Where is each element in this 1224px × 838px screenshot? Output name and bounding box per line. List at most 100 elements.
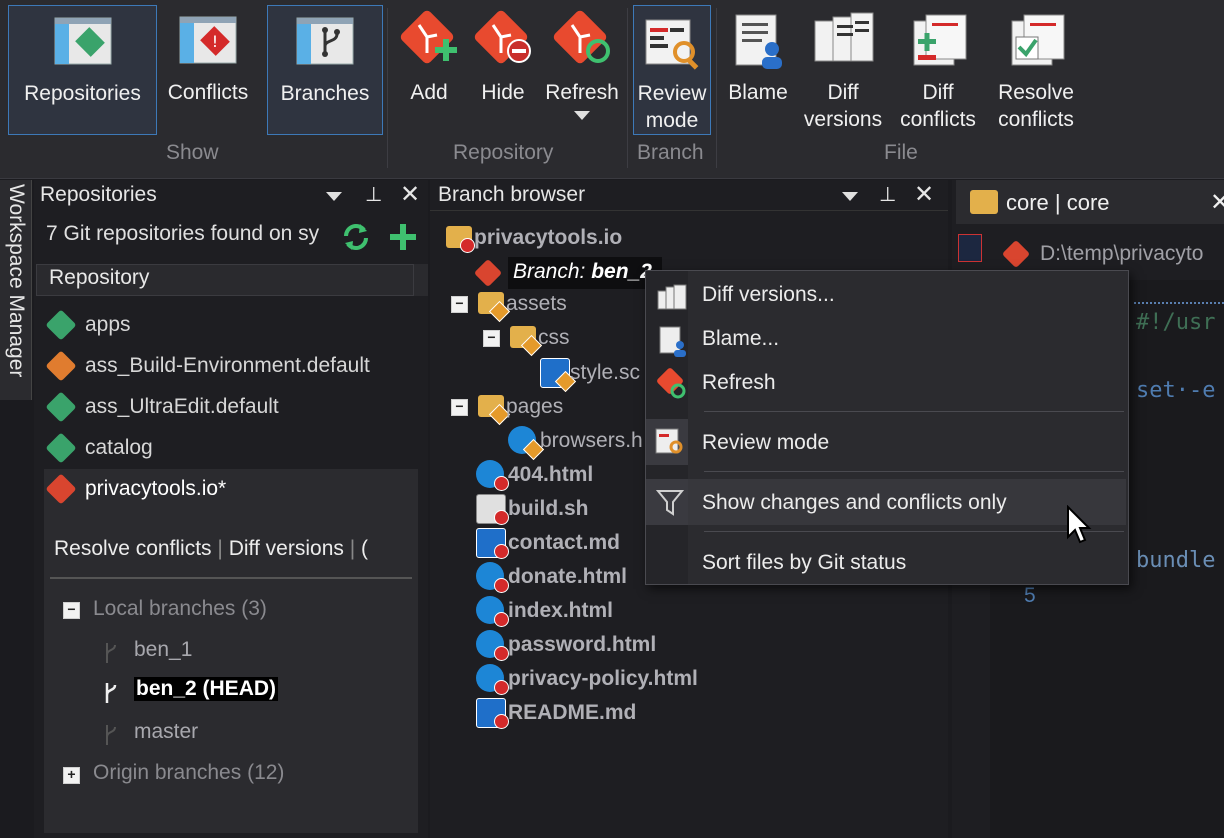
- editor-tab[interactable]: core | core ✕: [956, 180, 1224, 224]
- link-separator: |: [349, 537, 356, 560]
- branch-browser-title: Branch browser: [438, 183, 586, 206]
- local-branches-label: Local branches (3): [93, 597, 267, 620]
- git-repo-icon: [45, 309, 77, 341]
- ribbon-group-separator: [387, 8, 388, 168]
- collapse-local-branches-icon[interactable]: −: [63, 602, 80, 619]
- refresh-button-label: Refresh: [545, 81, 619, 104]
- branch-item-head[interactable]: ben_2 (HEAD): [134, 677, 279, 701]
- menu-item-review-mode[interactable]: Review mode: [702, 431, 829, 455]
- menu-item-diff-versions[interactable]: Diff versions...: [702, 283, 835, 307]
- pin-icon[interactable]: ⊥: [879, 182, 896, 207]
- branch-icon: [106, 643, 116, 663]
- git-branch-icon: [473, 258, 503, 288]
- branch-head-icon: [105, 683, 117, 703]
- git-refresh-icon: [657, 368, 686, 399]
- branch-item[interactable]: ben_1: [134, 638, 192, 662]
- detail-links: Resolve conflicts | Diff versions | (: [54, 537, 410, 561]
- branch-label: Branch: ben_2: [513, 260, 652, 283]
- diff-versions-icon: [814, 12, 874, 62]
- folder-label: assets: [506, 292, 567, 315]
- git-repo-icon: [45, 391, 77, 423]
- close-icon[interactable]: ✕: [1210, 188, 1224, 217]
- conflict-badge-icon: [494, 646, 509, 661]
- file-label: password.html: [508, 633, 657, 656]
- repository-item[interactable]: ass_UltraEdit.default: [44, 387, 414, 427]
- header-filler: [414, 264, 428, 296]
- repository-name: ass_Build-Environment.default: [85, 354, 370, 377]
- review-mode-button[interactable]: Review mode: [633, 5, 711, 135]
- repositories-button[interactable]: Repositories: [8, 5, 157, 135]
- code-line: set·-e: [1136, 378, 1216, 403]
- conflicts-button[interactable]: ! Conflicts: [160, 5, 256, 133]
- branches-button[interactable]: Branches: [267, 5, 383, 135]
- diff-conflicts-icon: [913, 14, 967, 66]
- repository-column-header[interactable]: Repository: [36, 264, 414, 296]
- branch-icon: [106, 725, 116, 745]
- ruler-line: [1134, 284, 1224, 304]
- origin-branches-label: Origin branches (12): [93, 761, 285, 784]
- collapse-icon[interactable]: −: [451, 296, 468, 313]
- repositories-icon: [54, 17, 111, 65]
- file-label: build.sh: [508, 497, 589, 520]
- diff-versions-icon: [657, 284, 687, 310]
- diff-versions-button[interactable]: Diff versions: [800, 5, 886, 133]
- more-link[interactable]: (: [361, 537, 368, 560]
- file-label: contact.md: [508, 531, 621, 554]
- review-mode-icon: [655, 428, 683, 454]
- repository-item[interactable]: catalog: [44, 428, 414, 468]
- add-icon[interactable]: [390, 224, 416, 250]
- refresh-repository-button[interactable]: Refresh: [542, 5, 622, 133]
- repository-item[interactable]: ass_Build-Environment.default: [44, 346, 414, 386]
- repositories-panel-title: Repositories: [40, 183, 157, 206]
- repository-name: privacytools.io*: [85, 477, 227, 500]
- menu-item-refresh[interactable]: Refresh: [702, 371, 776, 395]
- resolve-conflicts-label: Resolve conflicts: [998, 81, 1074, 131]
- file-label: privacy-policy.html: [508, 667, 698, 690]
- git-refresh-icon: [553, 10, 610, 64]
- resolve-conflicts-icon: [1011, 14, 1065, 66]
- workspace-manager-tab[interactable]: Workspace Manager: [0, 180, 32, 400]
- file-label: browsers.h: [540, 429, 643, 452]
- diff-conflicts-button[interactable]: Diff conflicts: [894, 5, 982, 133]
- panel-menu-chevron-icon[interactable]: [842, 192, 858, 201]
- review-mode-label: Review mode: [637, 82, 707, 132]
- menu-item-sort-by-git-status[interactable]: Sort files by Git status: [702, 551, 906, 575]
- resolve-conflicts-button[interactable]: Resolve conflicts: [992, 5, 1080, 133]
- collapse-icon[interactable]: −: [451, 399, 468, 416]
- ribbon-group-show-label: Show: [166, 141, 219, 164]
- file-label: style.sc: [570, 361, 641, 384]
- branches-icon: [296, 17, 354, 65]
- conflict-badge-icon: [494, 476, 509, 491]
- expand-origin-branches-icon[interactable]: +: [63, 767, 80, 784]
- blame-button[interactable]: Blame: [722, 5, 794, 133]
- menu-separator: [704, 471, 1124, 472]
- repository-item-selected[interactable]: privacytools.io*: [44, 469, 418, 509]
- pin-icon[interactable]: ⊥: [365, 182, 382, 207]
- resolve-conflicts-link[interactable]: Resolve conflicts: [54, 537, 212, 560]
- git-hide-icon: [474, 10, 531, 64]
- diff-versions-link[interactable]: Diff versions: [229, 537, 344, 560]
- file-label: donate.html: [508, 565, 627, 588]
- conflicts-icon: !: [179, 16, 237, 64]
- hide-repository-button[interactable]: Hide: [471, 5, 535, 133]
- add-button-label: Add: [410, 81, 448, 104]
- collapse-icon[interactable]: −: [483, 330, 500, 347]
- repository-detail-panel: Resolve conflicts | Diff versions | ( − …: [44, 509, 418, 833]
- ribbon-group-file-label: File: [884, 141, 918, 164]
- git-repo-icon: [45, 473, 77, 505]
- chevron-down-icon[interactable]: [574, 111, 590, 120]
- menu-item-show-changes-conflicts[interactable]: Show changes and conflicts only: [702, 491, 1007, 515]
- conflict-badge-icon: [494, 680, 509, 695]
- add-repository-button[interactable]: Add: [398, 5, 460, 133]
- refresh-icon[interactable]: [340, 222, 372, 252]
- editor-tab-label: core | core: [1006, 190, 1110, 215]
- close-icon[interactable]: ✕: [400, 180, 420, 209]
- panel-menu-chevron-icon[interactable]: [326, 192, 342, 201]
- folder-icon: [970, 190, 998, 214]
- menu-item-blame[interactable]: Blame...: [702, 327, 779, 351]
- repository-item[interactable]: apps: [44, 305, 414, 345]
- branch-item[interactable]: master: [134, 720, 198, 744]
- detail-divider: [50, 577, 412, 579]
- git-repo-icon: [45, 350, 77, 382]
- close-icon[interactable]: ✕: [914, 180, 934, 209]
